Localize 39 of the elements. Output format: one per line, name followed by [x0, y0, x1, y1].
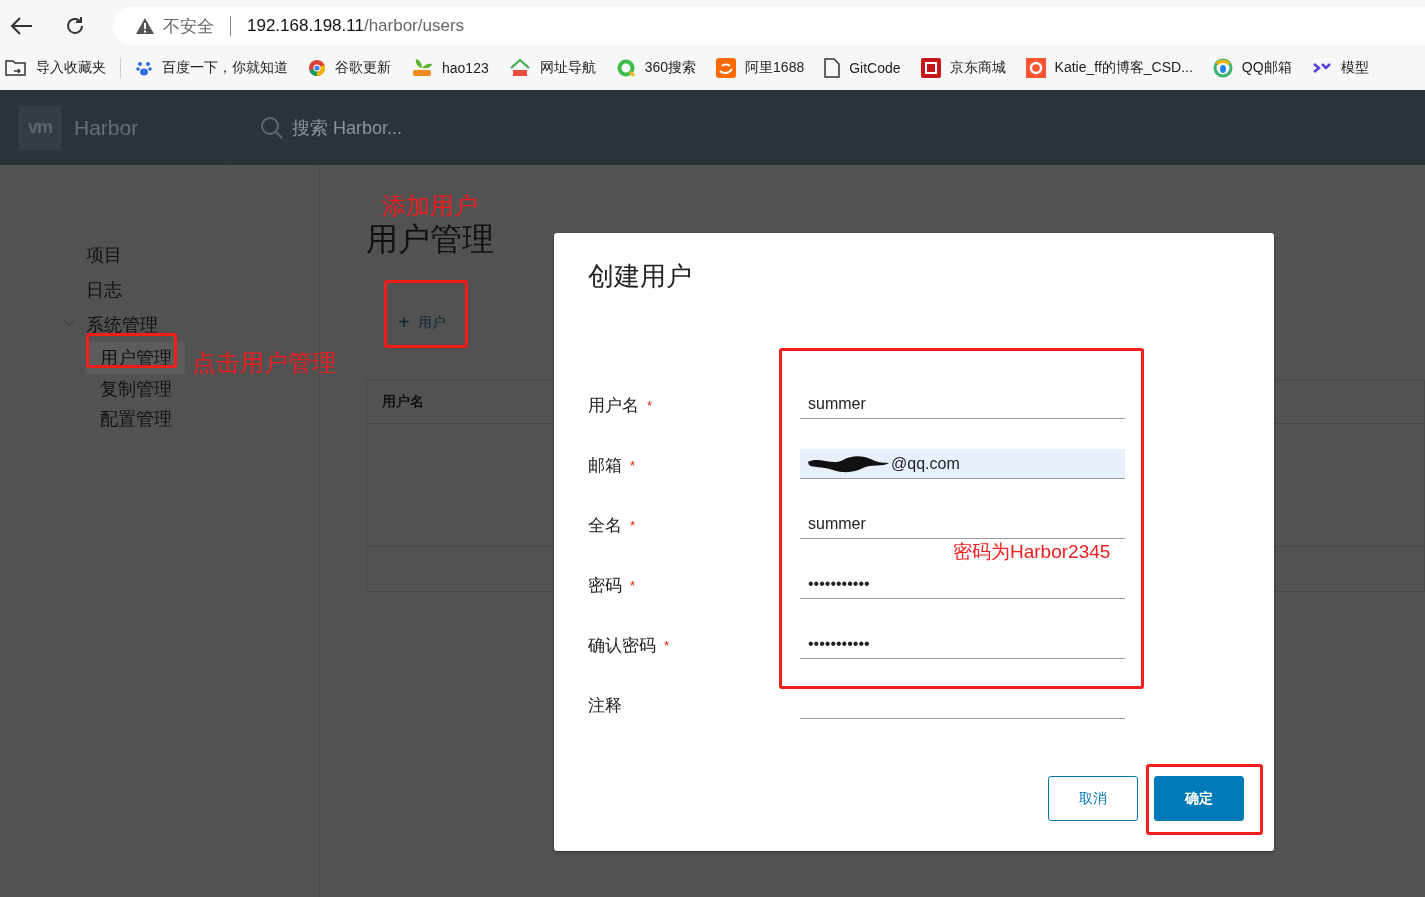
- input-field[interactable]: •••••••••••: [800, 629, 1125, 659]
- cancel-button[interactable]: 取消: [1048, 776, 1138, 821]
- bookmark-item[interactable]: QQ邮箱: [1212, 55, 1292, 80]
- search-field[interactable]: 搜索 Harbor...: [292, 115, 403, 140]
- required-mark: *: [630, 457, 636, 473]
- bookmark-item[interactable]: hao123: [411, 55, 489, 80]
- bookmark-item[interactable]: 360搜索: [615, 55, 697, 80]
- input-field[interactable]: summer: [800, 509, 1125, 539]
- annotation-note: 添加用户: [382, 194, 478, 218]
- bookmark-item[interactable]: 模型: [1311, 55, 1369, 80]
- bookmark-item[interactable]: GitCode: [824, 55, 901, 80]
- required-mark: *: [630, 577, 636, 593]
- annotation-note: 密码为Harbor2345: [953, 542, 1111, 561]
- field-label: 用户名: [588, 394, 639, 417]
- bookmark-item[interactable]: 导入收藏夹: [5, 55, 106, 80]
- dialog-title: 创建用户: [588, 260, 693, 293]
- bookmark-item[interactable]: 谷歌更新: [308, 56, 391, 79]
- required-mark: *: [630, 517, 636, 533]
- page-title: 用户管理: [366, 220, 494, 259]
- annotation-note: 点击用户管理: [192, 351, 336, 375]
- bookmark-item[interactable]: Katie_ff的博客_CSD...: [1025, 55, 1193, 80]
- confirm-button[interactable]: 确定: [1154, 776, 1244, 821]
- field-label: 全名: [588, 514, 622, 537]
- bookmark-item[interactable]: 网址导航: [508, 55, 596, 80]
- input-field[interactable]: summer: [800, 389, 1125, 419]
- required-mark: *: [647, 397, 653, 413]
- address-bar[interactable]: 不安全 192.168.198.11/harbor/users: [113, 7, 1425, 45]
- field-label: 注释: [588, 694, 622, 717]
- bookmark-item[interactable]: 阿里1688: [716, 55, 805, 80]
- security-warning: 不安全: [163, 15, 214, 38]
- field-label: 确认密码: [588, 634, 656, 657]
- input-field[interactable]: @qq.com: [800, 449, 1125, 479]
- url-text: 192.168.198.11/harbor/users: [247, 16, 465, 36]
- required-mark: *: [664, 637, 670, 653]
- bookmark-item[interactable]: 百度一下，你就知道: [135, 56, 288, 79]
- input-field[interactable]: •••••••••••: [800, 569, 1125, 599]
- field-label: 密码: [588, 574, 622, 597]
- bookmark-item[interactable]: 京东商城: [920, 55, 1006, 80]
- field-label: 邮箱: [588, 454, 622, 477]
